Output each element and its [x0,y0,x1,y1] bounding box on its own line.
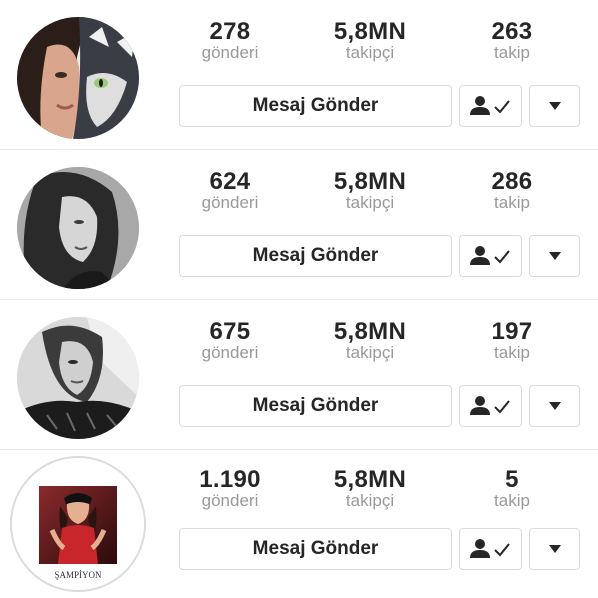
followers-stat[interactable]: 5,8MN takipçi [305,168,435,212]
posts-count: 278 [209,18,251,45]
message-button[interactable]: Mesaj Gönder [179,385,452,427]
more-options-button[interactable] [529,85,580,127]
avatar-photo-bw-portrait [17,167,139,289]
posts-label: gönderi [201,491,259,510]
following-toggle-button[interactable] [459,385,522,427]
posts-stat[interactable]: 624 gönderi [165,168,295,212]
person-check-icon [469,246,510,265]
profile-row-2: 624 gönderi 5,8MN takipçi 286 takip Mesa… [0,150,598,298]
profile-avatar[interactable]: ŞAMPİYON [10,456,146,592]
posts-label: gönderi [201,193,259,212]
posts-count: 675 [209,318,251,345]
following-label: takip [494,491,530,510]
posts-label: gönderi [201,343,259,362]
posts-stat[interactable]: 675 gönderi [165,318,295,362]
profile-avatar[interactable] [17,17,139,139]
profile-row-1: 278 gönderi 5,8MN takipçi 263 takip Mesa… [0,0,598,148]
following-label: takip [494,43,530,62]
profile-stats: 624 gönderi 5,8MN takipçi 286 takip [175,168,575,228]
following-stat[interactable]: 263 takip [447,18,577,62]
following-count: 5 [505,466,519,493]
avatar-album-cover: ŞAMPİYON [12,458,144,590]
profile-row-4: ŞAMPİYON 1.190 gönderi 5,8MN takipçi 5 t… [0,448,598,596]
more-options-button[interactable] [529,528,580,570]
person-check-icon [469,539,510,558]
followers-label: takipçi [345,193,395,212]
profile-stats: 1.190 gönderi 5,8MN takipçi 5 takip [175,466,575,526]
posts-count: 624 [209,168,251,195]
following-toggle-button[interactable] [459,85,522,127]
person-check-icon [469,96,510,115]
profile-stats: 278 gönderi 5,8MN takipçi 263 takip [175,18,575,78]
profile-avatar[interactable] [17,167,139,289]
caret-down-icon [548,402,561,410]
caret-down-icon [548,102,561,110]
following-label: takip [494,343,530,362]
following-toggle-button[interactable] [459,528,522,570]
posts-count: 1.190 [199,466,261,493]
more-options-button[interactable] [529,385,580,427]
profile-row-3: 675 gönderi 5,8MN takipçi 197 takip Mesa… [0,300,598,448]
following-count: 263 [491,18,533,45]
caret-down-icon [548,545,561,553]
followers-count: 5,8MN [333,168,407,195]
album-caption: ŞAMPİYON [54,570,102,580]
message-button[interactable]: Mesaj Gönder [179,235,452,277]
profile-stats: 675 gönderi 5,8MN takipçi 197 takip [175,318,575,378]
posts-stat[interactable]: 278 gönderi [165,18,295,62]
following-stat[interactable]: 197 takip [447,318,577,362]
message-button[interactable]: Mesaj Gönder [179,528,452,570]
avatar-photo-bw-lace [17,317,139,439]
followers-label: takipçi [345,343,395,362]
followers-stat[interactable]: 5,8MN takipçi [305,318,435,362]
message-button[interactable]: Mesaj Gönder [179,85,452,127]
followers-count: 5,8MN [333,466,407,493]
followers-stat[interactable]: 5,8MN takipçi [305,466,435,510]
posts-label: gönderi [201,43,259,62]
posts-stat[interactable]: 1.190 gönderi [165,466,295,510]
following-count: 286 [491,168,533,195]
avatar-photo-woman-cat [17,17,139,139]
following-label: takip [494,193,530,212]
more-options-button[interactable] [529,235,580,277]
following-count: 197 [491,318,533,345]
caret-down-icon [548,252,561,260]
followers-label: takipçi [345,43,395,62]
followers-count: 5,8MN [333,18,407,45]
profile-avatar[interactable] [17,317,139,439]
followers-label: takipçi [345,491,395,510]
person-check-icon [469,396,510,415]
following-toggle-button[interactable] [459,235,522,277]
followers-stat[interactable]: 5,8MN takipçi [305,18,435,62]
following-stat[interactable]: 5 takip [447,466,577,510]
followers-count: 5,8MN [333,318,407,345]
following-stat[interactable]: 286 takip [447,168,577,212]
